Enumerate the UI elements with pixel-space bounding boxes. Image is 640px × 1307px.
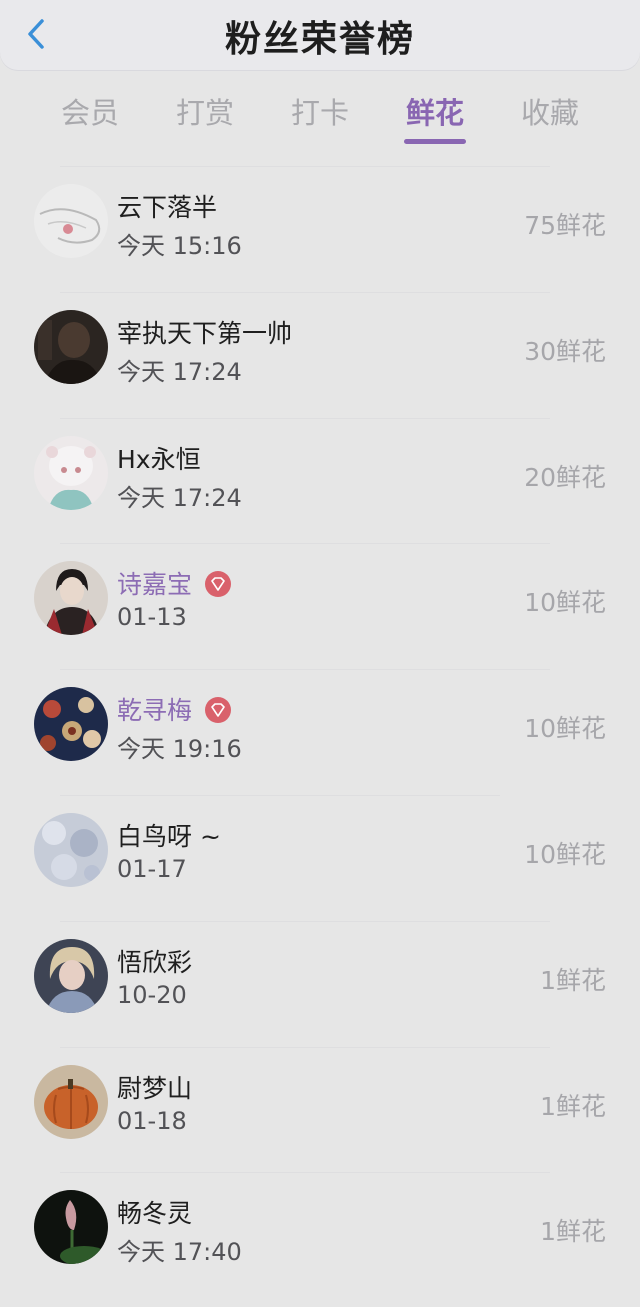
fan-list: 云下落半 今天 15:16 75鲜花 宰执天下第一帅 今天 17:24 30鲜花 (0, 160, 640, 1292)
flower-count: 20鲜花 (524, 462, 606, 492)
avatar[interactable] (34, 1064, 108, 1139)
fan-name: 白鸟呀 ~ (117, 821, 221, 851)
vip-diamond-icon (205, 697, 231, 724)
fan-name: Hx永恒 (117, 444, 201, 474)
active-tab-indicator (404, 139, 466, 144)
fan-name: 尉梦山 (117, 1073, 193, 1103)
flower-count: 75鲜花 (524, 211, 606, 240)
list-item[interactable]: Hx永恒 今天 17:24 20鲜花 (0, 412, 640, 538)
fan-name: 悟欣彩 (117, 947, 193, 977)
list-item[interactable]: 白鸟呀 ~ 01-17 10鲜花 (0, 789, 640, 915)
fan-time: 10-20 (117, 980, 187, 1009)
fan-name: 宰执天下第一帅 (117, 318, 293, 348)
fan-time: 今天 15:16 (117, 232, 242, 260)
flower-count: 10鲜花 (524, 839, 606, 869)
fan-time: 01-18 (117, 1106, 187, 1135)
list-item[interactable]: 宰执天下第一帅 今天 17:24 30鲜花 (0, 286, 640, 412)
fan-time: 今天 17:40 (117, 1238, 242, 1267)
tab-favorites[interactable]: 收藏 (500, 90, 600, 132)
flower-count: 10鲜花 (524, 588, 606, 618)
avatar[interactable] (34, 938, 108, 1013)
tab-flowers[interactable]: 鲜花 (385, 90, 485, 132)
list-item[interactable]: 乾寻梅 今天 19:16 10鲜花 (0, 663, 640, 789)
avatar[interactable] (34, 435, 108, 510)
fan-time: 01-13 (117, 603, 187, 632)
tab-bar: 会员 打赏 打卡 鲜花 收藏 (0, 82, 640, 152)
flower-count: 1鲜花 (540, 1217, 606, 1247)
fan-time: 今天 17:24 (117, 483, 242, 512)
flower-count: 10鲜花 (524, 714, 606, 744)
avatar[interactable] (34, 184, 108, 258)
page-title: 粉丝荣誉榜 (224, 19, 415, 60)
tab-reward[interactable]: 打赏 (155, 90, 255, 132)
avatar[interactable] (34, 812, 108, 887)
fan-time: 01-17 (117, 854, 187, 883)
fan-time: 今天 19:16 (117, 735, 242, 764)
fan-name: 畅冬灵 (117, 1199, 193, 1229)
tab-checkin[interactable]: 打卡 (270, 90, 370, 132)
avatar[interactable] (34, 561, 108, 636)
avatar[interactable] (34, 1190, 108, 1265)
fan-name: 云下落半 (117, 193, 218, 222)
list-item[interactable]: 畅冬灵 今天 17:40 1鲜花 (0, 1166, 640, 1292)
avatar[interactable] (34, 687, 108, 762)
fan-honor-screen: 粉丝荣誉榜 会员 打赏 打卡 鲜花 收藏 云下落半 今天 15:16 75鲜花 (0, 0, 640, 1307)
avatar[interactable] (34, 309, 108, 384)
flower-count: 1鲜花 (540, 965, 606, 995)
flower-count: 30鲜花 (524, 336, 606, 366)
list-item[interactable]: 尉梦山 01-18 1鲜花 (0, 1041, 640, 1167)
vip-diamond-icon (205, 571, 231, 598)
tab-member[interactable]: 会员 (40, 90, 140, 132)
fan-name: 诗嘉宝 (117, 570, 193, 600)
list-item[interactable]: 悟欣彩 10-20 1鲜花 (0, 915, 640, 1041)
flower-count: 1鲜花 (540, 1091, 606, 1121)
fan-time: 今天 17:24 (117, 357, 242, 386)
fan-name: 乾寻梅 (117, 696, 193, 726)
list-item[interactable]: 云下落半 今天 15:16 75鲜花 (0, 160, 640, 286)
header-bar: 粉丝荣誉榜 (0, 0, 640, 70)
list-item[interactable]: 诗嘉宝 01-13 10鲜花 (0, 537, 640, 663)
